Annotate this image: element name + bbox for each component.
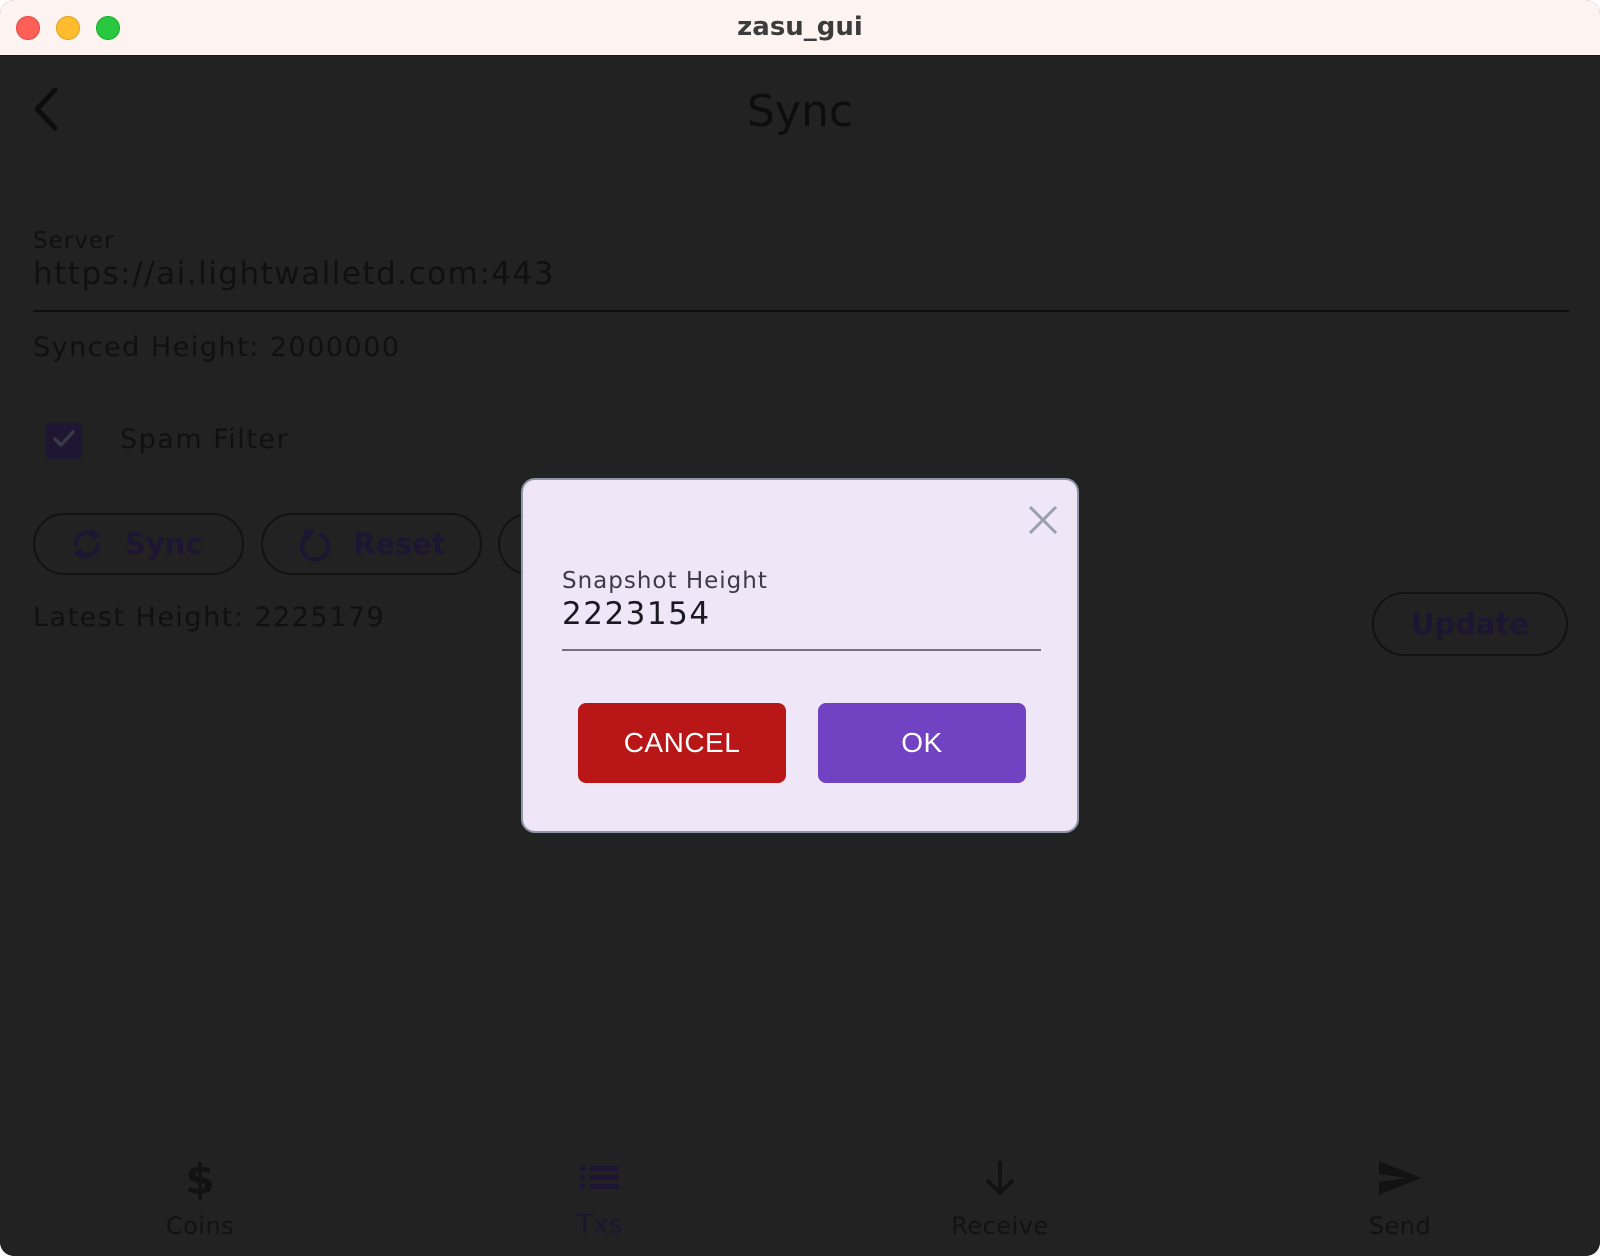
reset-button[interactable]: Reset xyxy=(261,513,482,575)
sync-button[interactable]: Sync xyxy=(33,513,244,575)
spam-filter-checkbox[interactable] xyxy=(46,423,82,459)
page-title: Sync xyxy=(746,86,854,137)
server-label: Server xyxy=(33,228,115,254)
app-window: zasu_gui Sync Server https://ai.lightwal… xyxy=(0,0,1600,1256)
reset-icon xyxy=(297,523,333,565)
arrow-down-icon xyxy=(900,1156,1100,1200)
synced-height-text: Synced Height: 2000000 xyxy=(33,332,401,363)
nav-item-coins[interactable]: $ Coins xyxy=(100,1136,300,1256)
nav-label-coins: Coins xyxy=(165,1212,235,1240)
reset-button-label: Reset xyxy=(353,527,446,561)
check-icon xyxy=(50,425,78,458)
title-bar: zasu_gui xyxy=(0,0,1600,56)
bottom-navigation: $ Coins Txs Receive Send xyxy=(0,1136,1600,1256)
ok-button[interactable]: OK xyxy=(818,703,1026,783)
svg-text:$: $ xyxy=(185,1156,214,1200)
snapshot-height-underline xyxy=(562,649,1041,651)
snapshot-height-input[interactable]: 2223154 xyxy=(562,596,711,632)
cancel-button[interactable]: CANCEL xyxy=(578,703,786,783)
nav-item-receive[interactable]: Receive xyxy=(900,1136,1100,1256)
close-icon xyxy=(1028,505,1058,540)
send-icon xyxy=(1300,1156,1500,1200)
server-input-underline xyxy=(33,310,1569,312)
nav-item-txs[interactable]: Txs xyxy=(500,1136,700,1256)
dialog-close-button[interactable] xyxy=(1025,504,1061,540)
list-icon xyxy=(500,1156,700,1200)
spam-filter-label: Spam Filter xyxy=(120,424,290,455)
sync-button-label: Sync xyxy=(125,527,203,561)
snapshot-height-label: Snapshot Height xyxy=(562,568,768,594)
nav-label-txs: Txs xyxy=(576,1210,624,1240)
window-title: zasu_gui xyxy=(737,12,863,42)
latest-height-text: Latest Height: 2225179 xyxy=(33,602,386,633)
snapshot-height-dialog: Snapshot Height 2223154 CANCEL OK xyxy=(521,478,1079,833)
dollar-icon: $ xyxy=(100,1156,300,1200)
nav-label-send: Send xyxy=(1368,1212,1432,1240)
nav-item-send[interactable]: Send xyxy=(1300,1136,1500,1256)
sync-icon xyxy=(69,523,105,565)
update-button[interactable]: Update xyxy=(1372,592,1568,656)
server-input[interactable]: https://ai.lightwalletd.com:443 xyxy=(33,256,555,292)
nav-label-receive: Receive xyxy=(951,1212,1049,1240)
